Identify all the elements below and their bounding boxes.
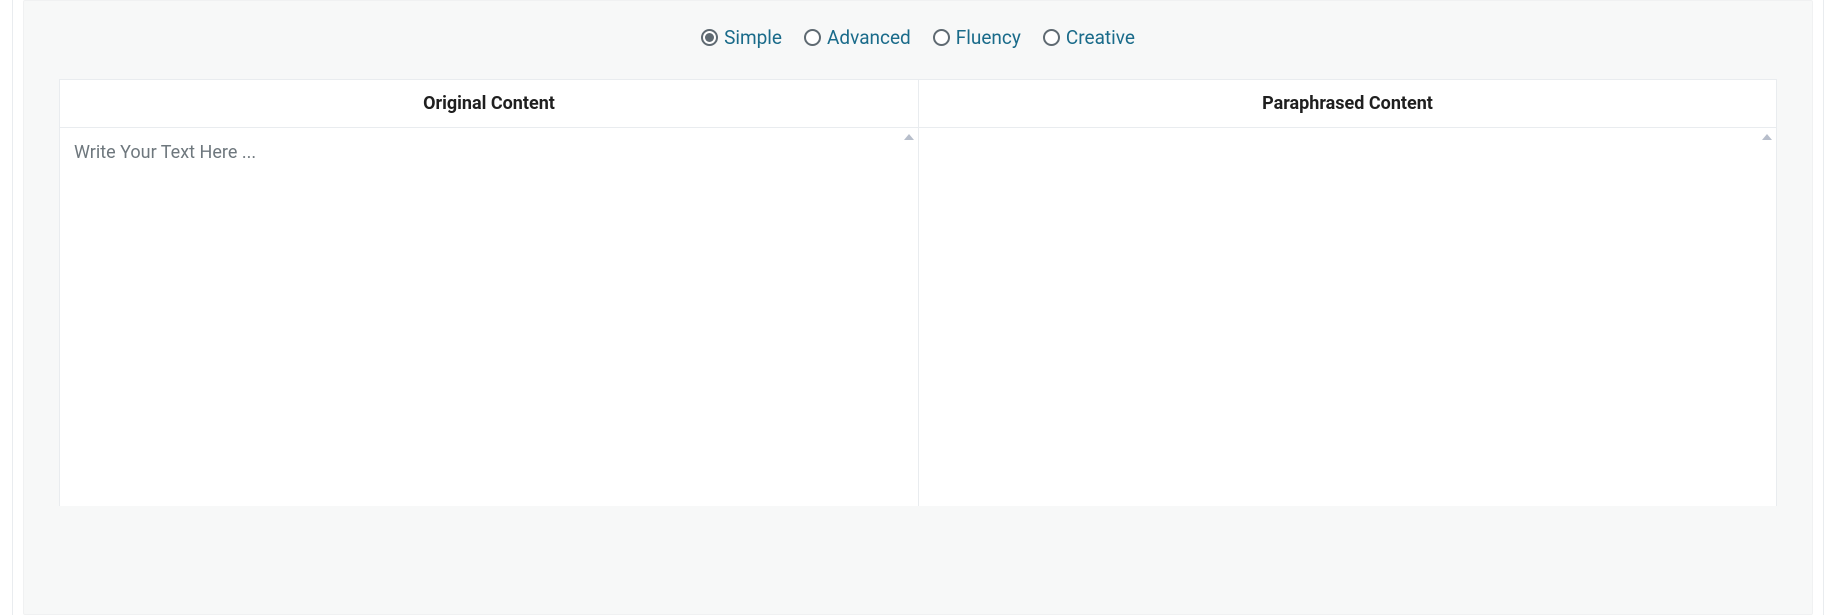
paraphrased-column: Paraphrased Content	[918, 80, 1776, 506]
mode-label: Creative	[1066, 26, 1135, 49]
original-textarea[interactable]	[60, 128, 918, 506]
mode-option-advanced[interactable]: Advanced	[804, 26, 911, 49]
content-columns: Original Content Paraphrased Content	[59, 79, 1777, 506]
original-column: Original Content	[60, 80, 918, 506]
mode-label: Advanced	[827, 26, 911, 49]
original-textarea-wrap	[60, 128, 918, 506]
radio-icon	[701, 29, 718, 46]
mode-label: Simple	[724, 26, 782, 49]
mode-option-fluency[interactable]: Fluency	[933, 26, 1021, 49]
paraphrased-textarea-wrap	[919, 128, 1776, 506]
mode-option-simple[interactable]: Simple	[701, 26, 782, 49]
radio-icon	[933, 29, 950, 46]
mode-selector: Simple Advanced Fluency Creative	[59, 26, 1777, 49]
page-frame: Simple Advanced Fluency Creative Or	[12, 0, 1824, 615]
viewport: Simple Advanced Fluency Creative Or	[0, 0, 1836, 615]
paraphrased-textarea[interactable]	[919, 128, 1776, 506]
paraphrased-header: Paraphrased Content	[919, 80, 1776, 128]
radio-icon	[1043, 29, 1060, 46]
radio-icon	[804, 29, 821, 46]
paraphrase-panel: Simple Advanced Fluency Creative Or	[23, 0, 1813, 615]
mode-option-creative[interactable]: Creative	[1043, 26, 1135, 49]
original-header: Original Content	[60, 80, 918, 128]
mode-label: Fluency	[956, 26, 1021, 49]
